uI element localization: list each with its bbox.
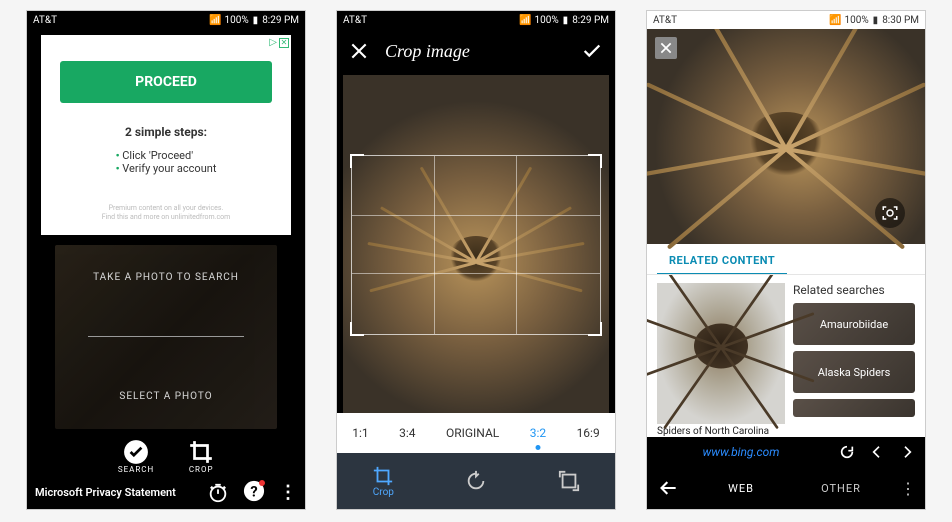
crop-tool-label: Crop xyxy=(373,487,394,498)
rotate-tool[interactable] xyxy=(465,470,487,492)
screen-crop: AT&T 📶 100% ▮ 8:29 PM Crop image xyxy=(336,10,616,510)
notification-dot xyxy=(259,480,265,486)
ad-banner: ▷ ✕ PROCEED 2 simple steps: Click 'Proce… xyxy=(41,35,291,235)
url-bar: www.bing.com xyxy=(647,437,925,467)
clock-label: 8:29 PM xyxy=(262,15,299,26)
photo-select-area: TAKE A PHOTO TO SEARCH SELECT A PHOTO xyxy=(55,245,277,429)
related-chip-1[interactable]: Amaurobiidae xyxy=(793,303,915,345)
crop-canvas[interactable] xyxy=(343,75,609,413)
bottom-nav: WEB OTHER ⋮ xyxy=(647,467,925,509)
confirm-icon[interactable] xyxy=(581,40,603,62)
crop-icon xyxy=(188,439,214,465)
ad-steps-list: Click 'Proceed' Verify your account xyxy=(116,149,217,175)
crop-handle-bl[interactable] xyxy=(350,322,364,336)
close-button[interactable] xyxy=(655,37,677,59)
ratio-16-9[interactable]: 16:9 xyxy=(577,426,600,440)
crop-icon xyxy=(372,465,394,487)
expand-tool[interactable] xyxy=(558,470,580,492)
status-bar: AT&T 📶 100% ▮ 8:29 PM xyxy=(27,11,305,29)
nav-forward-icon[interactable] xyxy=(899,444,915,460)
status-bar: AT&T 📶 100% ▮ 8:29 PM xyxy=(337,11,615,29)
crop-header: Crop image xyxy=(337,29,615,73)
clock-label: 8:30 PM xyxy=(882,15,919,26)
svg-text:?: ? xyxy=(250,483,257,501)
related-chip-3[interactable] xyxy=(793,399,915,417)
spider-image xyxy=(744,112,828,182)
check-circle-icon xyxy=(123,439,149,465)
tab-web[interactable]: WEB xyxy=(691,482,791,495)
url-text[interactable]: www.bing.com xyxy=(657,445,825,459)
result-caption: Spiders of North Carolina xyxy=(657,424,785,437)
related-main-result[interactable]: Spiders of North Carolina xyxy=(657,283,785,437)
ratio-3-4[interactable]: 3:4 xyxy=(399,426,415,440)
status-bar: AT&T 📶 100% ▮ 8:30 PM xyxy=(647,11,925,29)
crop-label: CROP xyxy=(189,465,214,474)
ratio-1-1[interactable]: 1:1 xyxy=(352,426,368,440)
close-icon[interactable] xyxy=(349,41,369,61)
signal-icons: 📶 xyxy=(829,15,840,26)
screen-search-app: AT&T 📶 100% ▮ 8:29 PM ▷ ✕ PROCEED 2 simp… xyxy=(26,10,306,510)
privacy-link[interactable]: Microsoft Privacy Statement xyxy=(35,486,176,499)
rotate-icon xyxy=(465,470,487,492)
crop-action[interactable]: CROP xyxy=(188,439,214,474)
search-label: SEARCH xyxy=(118,465,154,474)
screen-bing-visual: AT&T 📶 100% ▮ 8:30 PM xyxy=(646,10,926,510)
signal-icons: 📶 xyxy=(519,15,530,26)
result-image xyxy=(657,283,785,424)
search-action[interactable]: SEARCH xyxy=(118,439,154,474)
battery-icon: ▮ xyxy=(253,15,259,26)
tab-other[interactable]: OTHER xyxy=(791,482,891,495)
crop-handle-tr[interactable] xyxy=(588,154,602,168)
visual-lens-button[interactable] xyxy=(875,198,905,228)
reload-icon[interactable] xyxy=(839,444,855,460)
battery-label: 100% xyxy=(844,15,868,26)
close-icon xyxy=(659,41,673,55)
expand-icon xyxy=(558,470,580,492)
crop-handle-tl[interactable] xyxy=(350,154,364,168)
crop-handle-br[interactable] xyxy=(588,322,602,336)
back-button[interactable] xyxy=(647,478,691,498)
battery-icon: ▮ xyxy=(563,15,569,26)
related-chip-2[interactable]: Alaska Spiders xyxy=(793,351,915,393)
crop-tool[interactable]: Crop xyxy=(372,465,394,498)
take-photo-button[interactable]: TAKE A PHOTO TO SEARCH xyxy=(93,272,239,283)
ad-step-2: Verify your account xyxy=(116,162,217,175)
related-content-header[interactable]: RELATED CONTENT xyxy=(657,244,787,275)
ad-fineprint: Premium content on all your devices. Fin… xyxy=(102,204,231,221)
battery-icon: ▮ xyxy=(873,15,879,26)
crop-toolbar: Crop xyxy=(337,453,615,509)
proceed-button[interactable]: PROCEED xyxy=(60,61,272,103)
ad-close-icon[interactable]: ✕ xyxy=(279,38,289,48)
help-button[interactable]: ? xyxy=(243,480,265,505)
carrier-label: AT&T xyxy=(33,15,57,26)
overflow-menu-icon[interactable]: ⋮ xyxy=(891,479,925,498)
lens-icon xyxy=(881,204,899,222)
crop-rectangle[interactable] xyxy=(351,155,601,335)
signal-icons: 📶 xyxy=(209,15,220,26)
ratio-original[interactable]: ORIGINAL xyxy=(446,426,499,440)
related-searches-title: Related searches xyxy=(793,283,915,297)
visual-search-hero xyxy=(647,29,925,244)
ad-steps-title: 2 simple steps: xyxy=(125,125,207,139)
nav-back-icon[interactable] xyxy=(869,444,885,460)
timer-icon[interactable] xyxy=(207,482,229,504)
carrier-label: AT&T xyxy=(343,15,367,26)
ratio-3-2[interactable]: 3:2 xyxy=(530,426,546,440)
clock-label: 8:29 PM xyxy=(572,15,609,26)
ad-step-1: Click 'Proceed' xyxy=(116,149,217,162)
ad-info-icon[interactable]: ▷ xyxy=(269,37,277,48)
battery-label: 100% xyxy=(224,15,248,26)
crop-title: Crop image xyxy=(385,41,470,62)
overflow-menu-icon[interactable]: ⋮ xyxy=(279,482,297,503)
carrier-label: AT&T xyxy=(653,15,677,26)
select-photo-button[interactable]: SELECT A PHOTO xyxy=(119,391,212,402)
arrow-left-icon xyxy=(659,478,679,498)
battery-label: 100% xyxy=(534,15,558,26)
aspect-ratio-row: 1:1 3:4 ORIGINAL 3:2 16:9 xyxy=(337,413,615,453)
